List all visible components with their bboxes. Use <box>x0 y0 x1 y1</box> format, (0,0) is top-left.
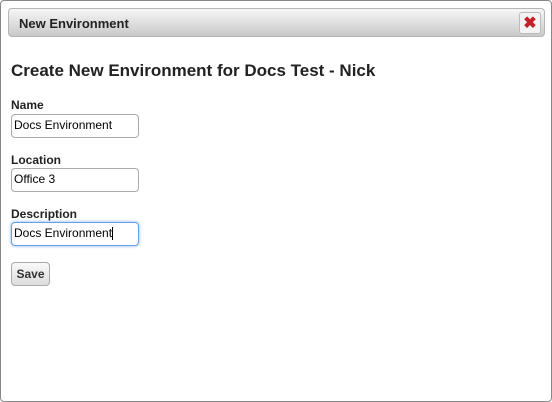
name-label: Name <box>11 98 44 112</box>
dialog: New Environment ✖ Create New Environment… <box>0 0 552 402</box>
location-label: Location <box>11 153 61 167</box>
close-button[interactable]: ✖ <box>519 12 541 34</box>
close-icon: ✖ <box>523 15 537 32</box>
description-label: Description <box>11 207 78 221</box>
location-input[interactable]: Office 3 <box>11 168 139 192</box>
description-input[interactable]: Docs Environment <box>11 222 139 246</box>
save-button[interactable]: Save <box>11 262 50 286</box>
description-value: Docs Environment <box>14 226 113 240</box>
name-input[interactable]: Docs Environment <box>11 114 139 138</box>
text-caret <box>112 227 114 241</box>
dialog-titlebar[interactable]: New Environment ✖ <box>8 8 545 37</box>
name-value: Docs Environment <box>14 118 113 132</box>
page-title: Create New Environment for Docs Test - N… <box>11 61 376 80</box>
dialog-title: New Environment <box>19 16 129 31</box>
location-value: Office 3 <box>14 172 56 186</box>
